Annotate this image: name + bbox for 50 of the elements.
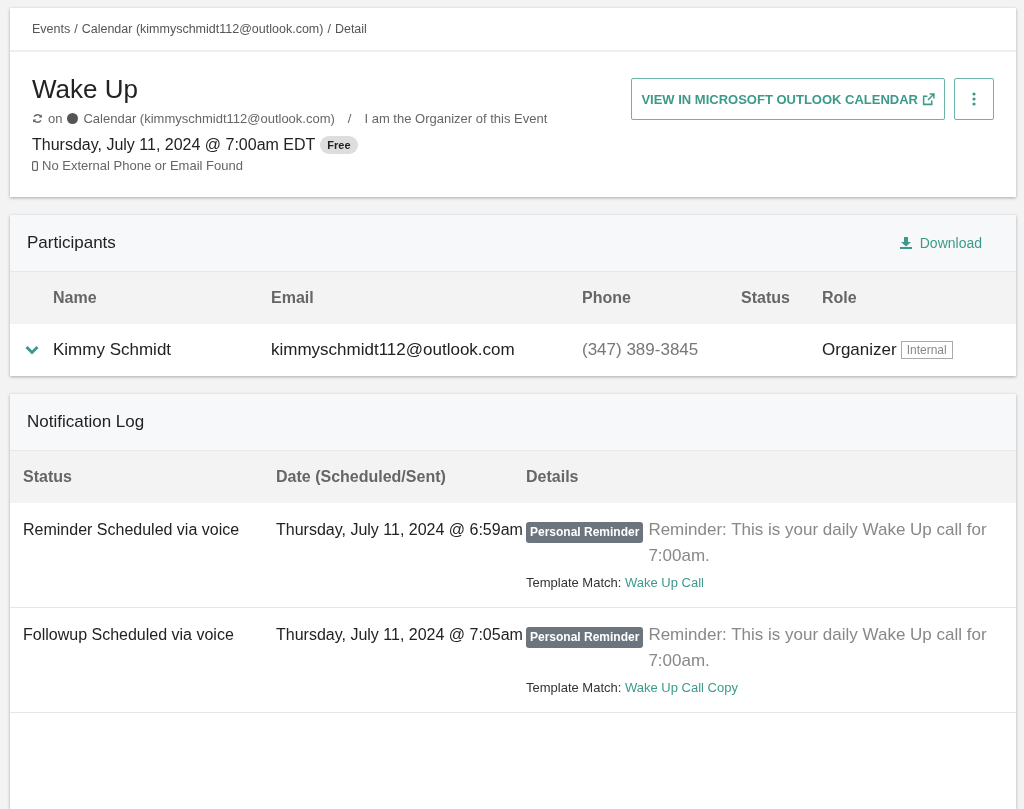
reminder-message: Reminder: This is your daily Wake Up call for 7:00am. — [648, 624, 988, 672]
participant-phone: (347) 389-3845 — [582, 340, 700, 360]
template-link[interactable]: Wake Up Call Copy — [625, 680, 738, 695]
breadcrumb-link[interactable]: Detail — [334, 22, 367, 36]
on-label: on — [48, 111, 63, 126]
view-calendar-button[interactable]: VIEW IN MICROSOFT OUTLOOK CALENDAR — [631, 78, 945, 120]
breadcrumb-separator: / — [74, 22, 78, 36]
chevron-icon[interactable] — [24, 345, 39, 355]
more-icon — [972, 92, 976, 106]
notification-log-title: Notification Log — [27, 412, 145, 432]
column-header: Phone — [582, 289, 632, 307]
download-icon — [899, 237, 912, 249]
reminder-message: Reminder: This is your daily Wake Up call for 7:00am. — [648, 519, 988, 567]
organizer-note: I am the Organizer of this Event — [364, 111, 548, 126]
reminder-badge: Personal Reminder — [526, 522, 644, 543]
participant-email: kimmyschmidt112@outlook.com — [271, 340, 516, 360]
log-date: Thursday, July 11, 2024 @ 7:05am — [276, 625, 524, 645]
column-header: Details — [526, 468, 580, 486]
sync-icon — [32, 113, 43, 124]
column-header: Name — [53, 289, 98, 307]
log-status: Followup Scheduled via voice — [23, 625, 235, 645]
template-match-label: Template Match: — [526, 680, 622, 695]
external-link-icon — [922, 92, 935, 106]
calendar-dot-icon — [67, 113, 79, 124]
template-link[interactable]: Wake Up Call — [625, 575, 704, 590]
event-datetime: Thursday, July 11, 2024 @ 7:00am EDT — [32, 136, 316, 154]
breadcrumb-link[interactable]: Events — [32, 22, 71, 36]
column-header: Email — [271, 289, 315, 307]
download-link[interactable]: Download — [899, 235, 982, 251]
column-header: Role — [822, 289, 858, 307]
participants-title: Participants — [27, 233, 116, 253]
column-header: Status — [741, 289, 791, 307]
column-header: Status — [23, 468, 73, 486]
more-options-button[interactable] — [954, 78, 994, 120]
column-header: Date (Scheduled/Sent) — [276, 468, 447, 486]
reminder-badge: Personal Reminder — [526, 627, 644, 648]
internal-tag: Internal — [900, 341, 953, 359]
event-title: Wake Up — [32, 74, 139, 105]
participant-role: Organizer — [822, 340, 897, 360]
calendar-name: Calendar (kimmyschmidt112@outlook.com) — [83, 111, 335, 126]
breadcrumb-link[interactable]: Calendar (kimmyschmidt112@outlook.com) — [81, 22, 324, 36]
participant-name: Kimmy Schmidt — [53, 340, 173, 360]
breadcrumb-separator: / — [327, 22, 331, 36]
log-status: Reminder Scheduled via voice — [23, 520, 241, 540]
template-match-label: Template Match: — [526, 575, 622, 590]
phone-icon — [32, 160, 38, 171]
contact-note: No External Phone or Email Found — [42, 158, 243, 173]
availability-badge: Free — [320, 136, 358, 154]
log-date: Thursday, July 11, 2024 @ 6:59am — [276, 520, 524, 540]
meta-separator: / — [347, 111, 352, 126]
